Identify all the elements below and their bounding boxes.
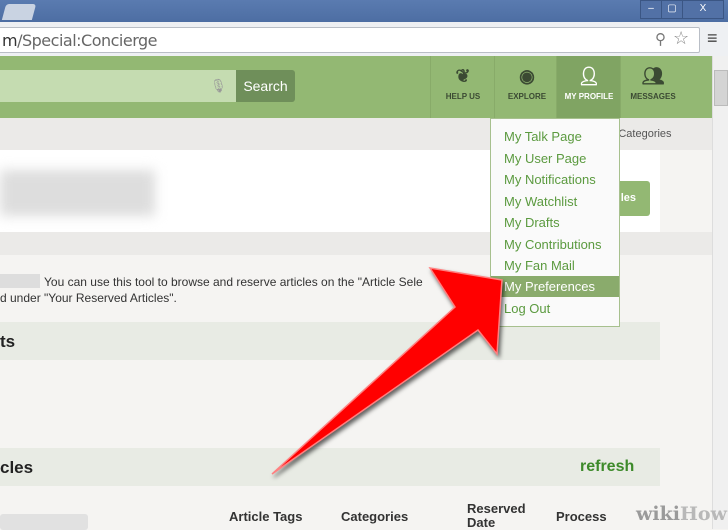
watermark-how: How bbox=[679, 503, 727, 525]
wikihow-watermark: wikiHow bbox=[636, 503, 727, 525]
watermark-wiki: wiki bbox=[636, 503, 680, 525]
red-arrow bbox=[271, 266, 503, 475]
red-arrow-annotation bbox=[271, 266, 503, 475]
